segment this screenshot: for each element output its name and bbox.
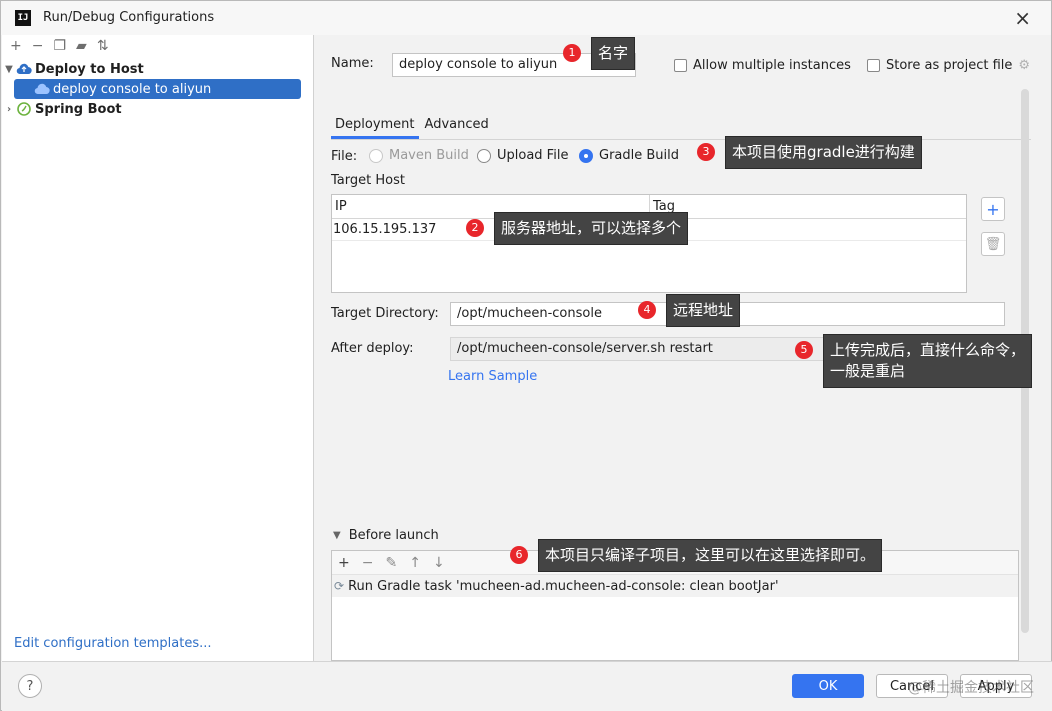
radio-gradle-build[interactable]: Gradle Build [579, 148, 679, 163]
tree-item-label: Spring Boot [35, 101, 122, 117]
radio-label: Maven Build [389, 148, 469, 163]
add-host-button[interactable]: + [981, 197, 1005, 221]
intellij-logo-icon: IJ [15, 10, 31, 26]
checkbox-box[interactable] [674, 59, 687, 72]
annotation-callout-6: 本项目只编译子项目，这里可以在这里选择即可。 [538, 539, 883, 572]
move-down-icon[interactable]: ↓ [433, 555, 445, 571]
edit-templates-link[interactable]: Edit configuration templates... [14, 636, 212, 651]
ok-button[interactable]: OK [792, 674, 864, 698]
tree-toolbar: + − ❐ ▰ ⇅ [2, 35, 313, 57]
annotation-line-1: 上传完成后，直接什么命令， [830, 341, 1026, 359]
tree-item-spring-boot[interactable]: › Spring Boot [2, 99, 313, 119]
copy-icon[interactable]: ❐ [53, 38, 66, 54]
tab-advanced[interactable]: Advanced [421, 117, 493, 139]
tree-item-label: deploy console to aliyun [53, 81, 212, 97]
annotation-badge-3: 3 [697, 143, 715, 161]
add-icon[interactable]: + [10, 38, 22, 54]
radio-label: Gradle Build [599, 148, 680, 163]
gear-icon[interactable]: ⚙ [1018, 58, 1030, 73]
allow-multiple-checkbox[interactable]: Allow multiple instances [674, 58, 851, 73]
radio-dot[interactable] [477, 148, 491, 163]
checkbox-box[interactable] [867, 59, 880, 72]
annotation-badge-5: 5 [795, 341, 813, 359]
radio-upload-file[interactable]: Upload File [477, 148, 568, 163]
target-host-label: Target Host [331, 173, 405, 188]
radio-maven-build[interactable]: Maven Build [369, 148, 469, 163]
file-label: File: [331, 149, 358, 164]
spring-boot-icon [16, 101, 32, 117]
add-icon[interactable]: + [338, 555, 350, 571]
chevron-down-icon[interactable]: ▼ [333, 530, 341, 541]
dialog-footer: ? OK Cancel Apply [2, 661, 1052, 711]
dialog-title: Run/Debug Configurations [43, 10, 215, 25]
tree-item-deploy-console[interactable]: deploy console to aliyun [14, 79, 301, 99]
annotation-badge-4: 4 [638, 301, 656, 319]
sort-icon[interactable]: ⇅ [97, 38, 109, 54]
watermark: @稀土掘金技术社区 [908, 680, 1034, 696]
tree-item-deploy-to-host[interactable]: ▼ Deploy to Host [2, 59, 313, 79]
annotation-callout-2: 服务器地址，可以选择多个 [494, 212, 689, 245]
configuration-tree: ▼ Deploy to Host deploy console to aliyu… [2, 59, 313, 119]
target-directory-label: Target Directory: [331, 306, 439, 321]
delete-host-button[interactable]: 🗑 [981, 232, 1005, 256]
before-launch-header[interactable]: ▼ Before launch [333, 528, 439, 543]
tab-deployment[interactable]: Deployment [331, 117, 419, 139]
tree-item-label: Deploy to Host [35, 61, 144, 77]
store-project-label: Store as project file [886, 58, 1013, 73]
chevron-down-icon[interactable]: ▼ [2, 64, 16, 75]
list-item[interactable]: ⟳ Run Gradle task 'mucheen-ad.mucheen-ad… [332, 575, 1018, 597]
before-launch-label: Before launch [348, 528, 439, 543]
title-bar: IJ Run/Debug Configurations × [1, 1, 1051, 35]
remove-icon[interactable]: − [32, 38, 44, 54]
edit-icon[interactable]: ✎ [385, 555, 397, 571]
annotation-callout-1: 名字 [591, 37, 636, 70]
radio-label: Upload File [497, 148, 569, 163]
tab-divider [331, 139, 1031, 140]
close-icon[interactable]: × [1014, 6, 1031, 30]
cloud-upload-icon [16, 61, 32, 77]
name-label: Name: [331, 56, 374, 71]
remove-icon[interactable]: − [362, 555, 374, 571]
store-project-checkbox[interactable]: Store as project file ⚙ [867, 58, 1030, 73]
annotation-line-2: 一般是重启 [830, 362, 906, 380]
radio-dot[interactable] [369, 148, 383, 163]
annotation-badge-2: 2 [466, 219, 484, 237]
annotation-callout-4: 远程地址 [666, 294, 741, 327]
before-launch-task-label: Run Gradle task 'mucheen-ad.mucheen-ad-c… [348, 578, 779, 594]
folder-icon[interactable]: ▰ [76, 38, 87, 54]
allow-multiple-label: Allow multiple instances [693, 58, 851, 73]
help-button[interactable]: ? [18, 674, 42, 698]
after-deploy-field[interactable]: /opt/mucheen-console/server.sh restart [450, 337, 830, 361]
move-up-icon[interactable]: ↑ [409, 555, 421, 571]
learn-sample-link[interactable]: Learn Sample [448, 369, 537, 384]
annotation-badge-1: 1 [563, 44, 581, 62]
radio-dot[interactable] [579, 148, 593, 163]
gradle-icon: ⟳ [334, 579, 345, 593]
tab-bar: Deployment Advanced [331, 117, 493, 139]
chevron-right-icon[interactable]: › [2, 104, 16, 115]
cloud-upload-icon [34, 81, 50, 97]
annotation-callout-3: 本项目使用gradle进行构建 [725, 136, 922, 169]
configuration-tree-pane: + − ❐ ▰ ⇅ ▼ Deploy to Host deploy consol… [2, 35, 314, 661]
annotation-callout-5: 上传完成后，直接什么命令， 一般是重启 [823, 334, 1033, 388]
annotation-badge-6: 6 [510, 546, 528, 564]
after-deploy-label: After deploy: [331, 341, 414, 356]
